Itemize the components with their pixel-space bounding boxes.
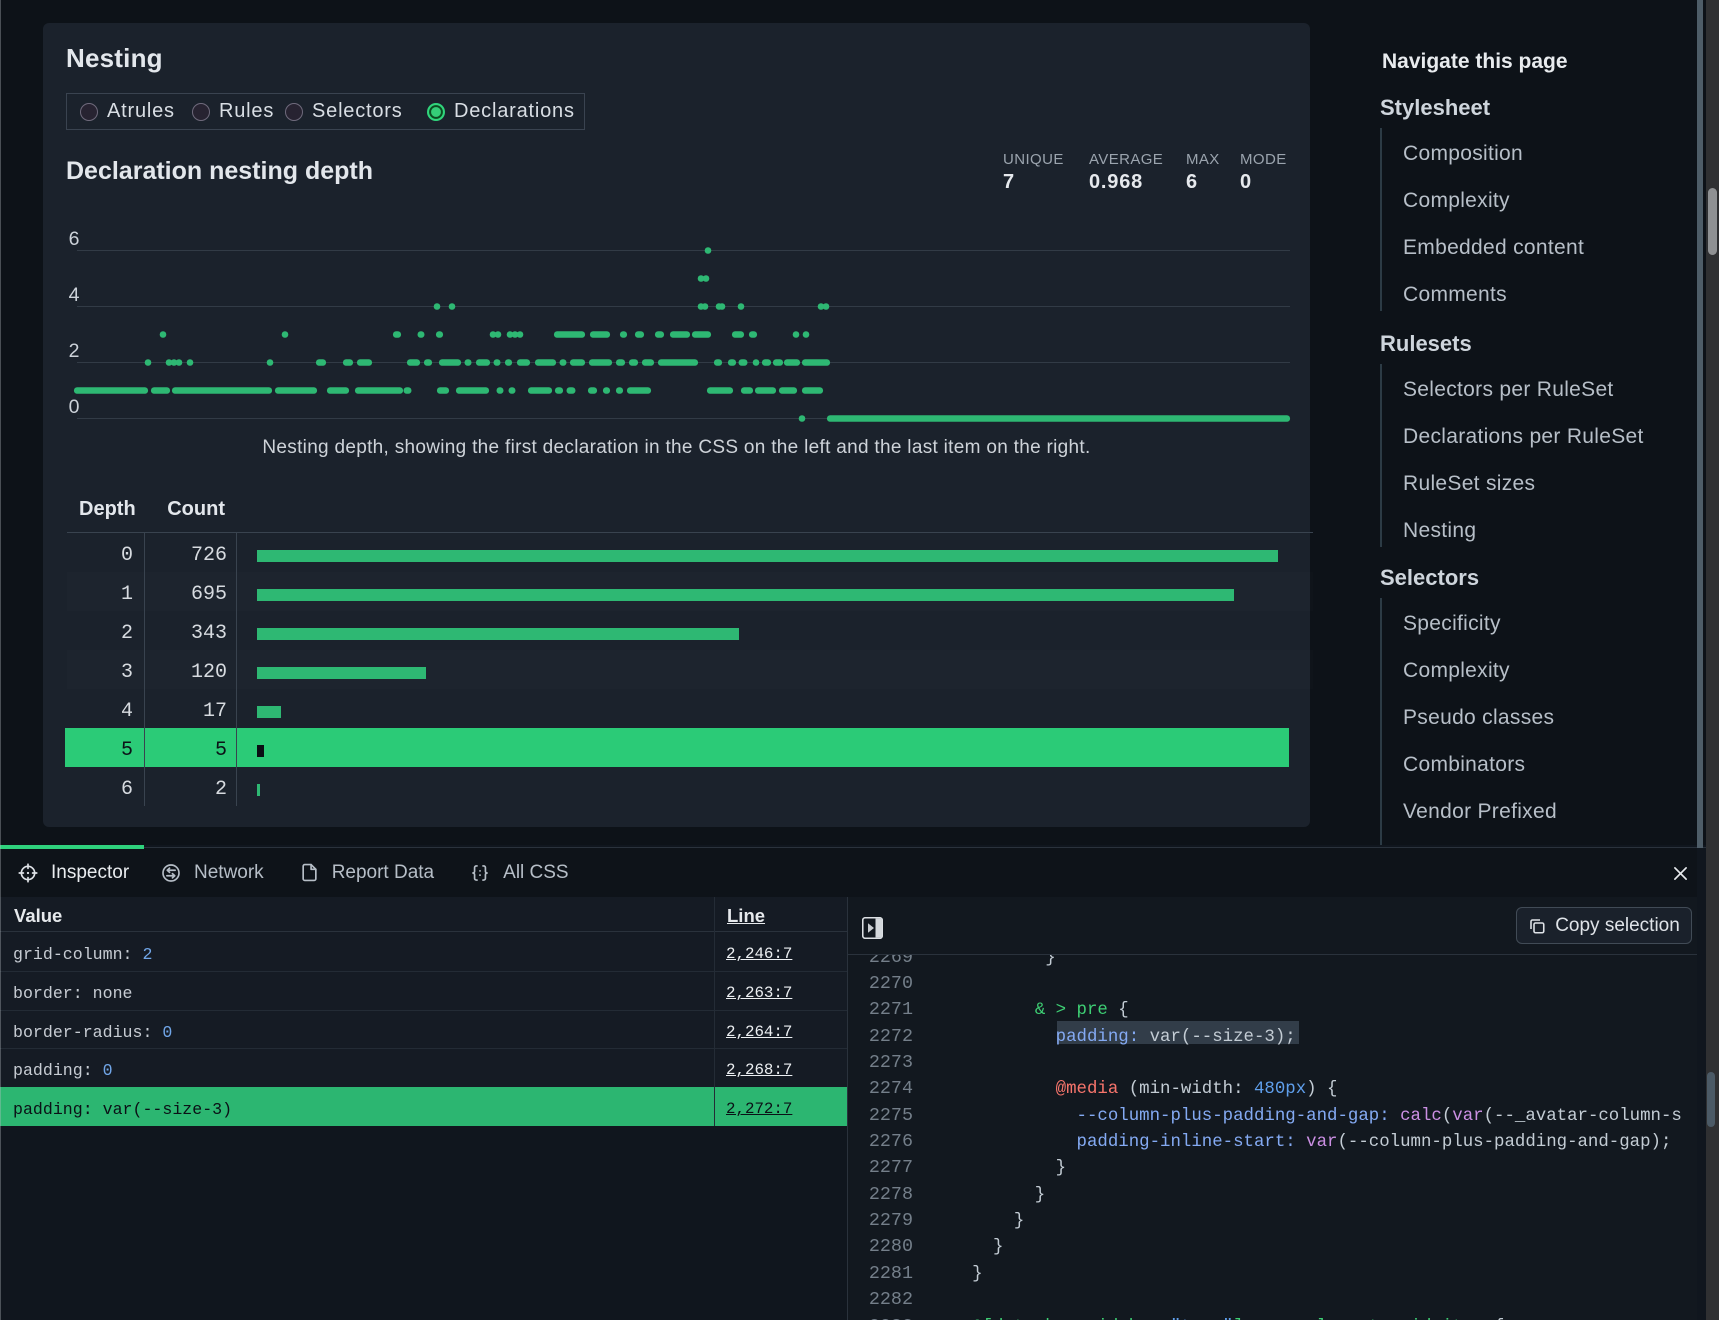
svg-text:0: 0 xyxy=(69,396,80,418)
svg-text:4: 4 xyxy=(69,284,80,306)
svg-text:2: 2 xyxy=(69,340,80,362)
svg-text:6: 6 xyxy=(69,228,80,250)
